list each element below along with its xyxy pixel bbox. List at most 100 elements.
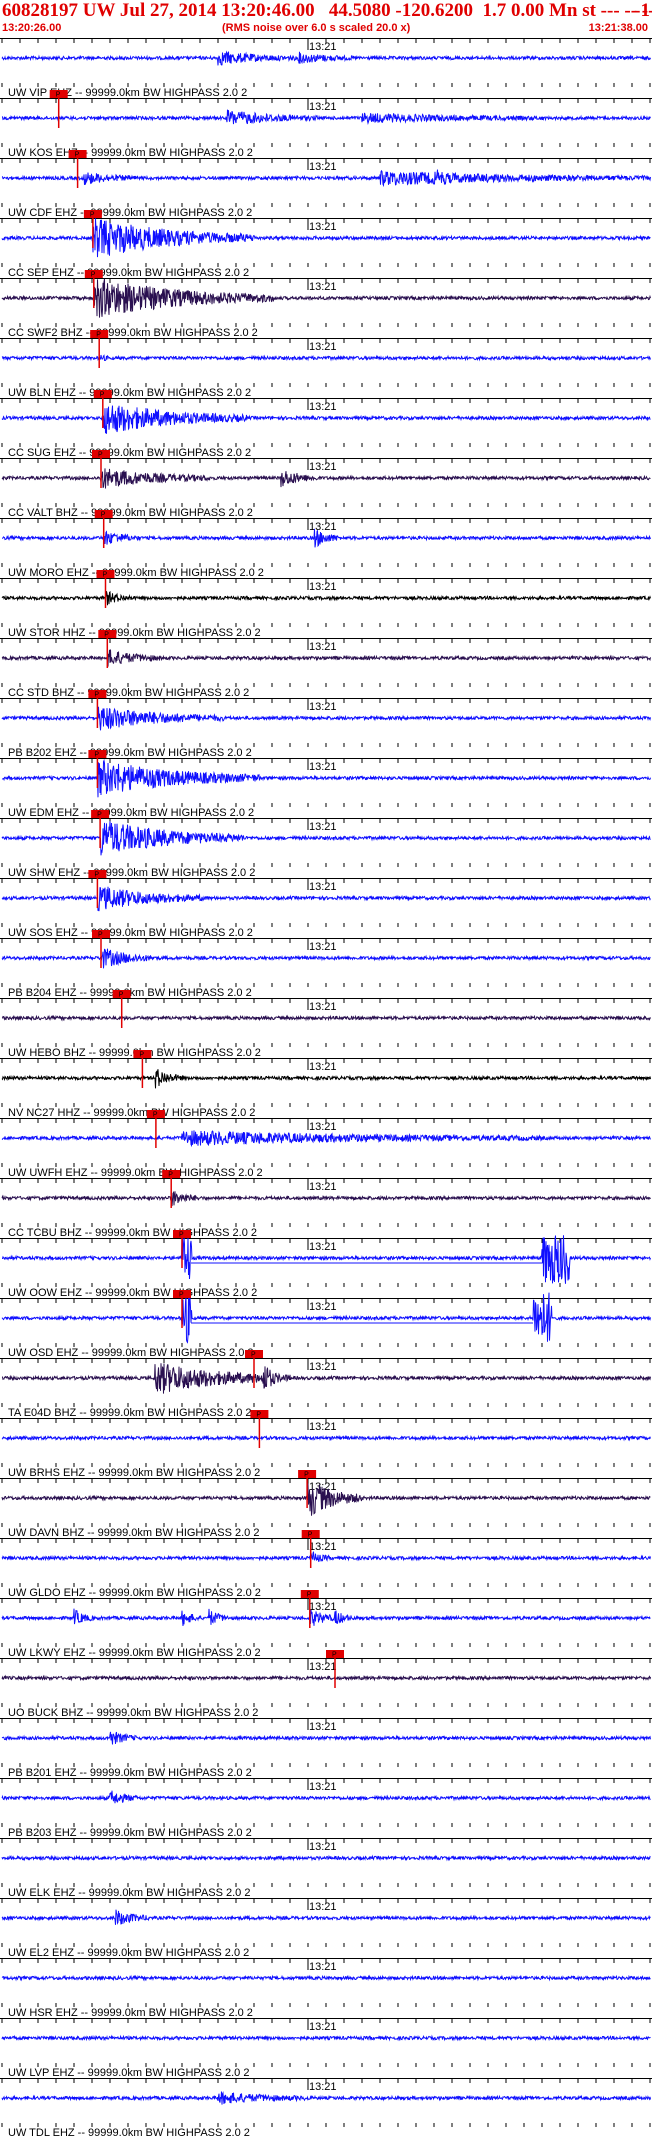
station-label: UW BLN EHZ -- 99999.0km BW HIGHPASS 2.0 … [8, 387, 251, 399]
trace-row: 13:21PUW KOS EHZ -- 99999.0km BW HIGHPAS… [0, 90, 652, 159]
station-label: CC SEP EHZ -- 99999.0km BW HIGHPASS 2.0 … [8, 267, 249, 279]
pick-label: P [94, 872, 99, 879]
waveform [1, 590, 651, 606]
trace-row: 13:21 P UW GLDO EHZ -- 99999.0km BW HIGHPA… [0, 1530, 652, 1599]
trace-row: 13:21PUW SOS EHZ -- 99999.0km BW HIGHPAS… [0, 870, 652, 939]
minute-label: 13:21 [309, 941, 337, 953]
minute-label: 13:21 [309, 161, 337, 173]
trace-row: 13:21PUW HEBO BHZ -- 99999.0km BW HIGHPA… [0, 990, 652, 1059]
station-label: UW HSR EHZ -- 99999.0km BW HIGHPASS 2.0 … [8, 2007, 253, 2019]
waveform [1, 2091, 651, 2105]
station-label: UW OSD EHZ -- 99999.0km BW HIGHPASS 2.0 … [8, 1347, 254, 1359]
minute-label: 13:21 [309, 221, 337, 233]
station-label: UW SHW EHZ -- 99999.0km BW HIGHPASS 2.0 … [8, 867, 255, 879]
minute-label: 13:21 [309, 1901, 337, 1913]
pick-label: P [98, 932, 103, 939]
pick-label: P [103, 572, 108, 579]
pick-label: P [153, 1112, 158, 1119]
pick-label: P [75, 152, 80, 159]
trace-row: 13:21PCC SWF2 BHZ -- 99999.0km BW HIGHPA… [0, 270, 652, 339]
waveform [1, 1551, 651, 1562]
end-time: 13:21:38.00 [588, 22, 648, 34]
header: 60828197 UW Jul 27, 2014 13:20:46.00 44.… [0, 0, 652, 38]
minute-label: 13:21 [309, 1121, 337, 1133]
station-label: UW EL2 EHZ -- 99999.0km BW HIGHPASS 2.0 … [8, 1947, 249, 1959]
minute-label: 13:21 [309, 341, 337, 353]
station-label: UW VIP EHZ -- 99999.0km BW HIGHPASS 2.0 … [8, 87, 247, 99]
start-time: 13:20:26.00 [2, 22, 62, 34]
trace-row: 13:21 UW HSR EHZ -- 99999.0km BW HIGHPASS… [0, 1958, 652, 2019]
station-label: UW UWFH EHZ -- 99999.0km BW HIGHPASS 2.0… [8, 1167, 263, 1179]
waveform [1, 1854, 651, 1862]
station-label: UW TDL EHZ -- 99999.0km BW HIGHPASS 2.0 … [8, 2127, 250, 2138]
pick-label: P [179, 1232, 184, 1239]
station-label: PB B201 EHZ -- 99999.0km BW HIGHPASS 2.0… [8, 1767, 252, 1779]
waveform [1, 2034, 651, 2042]
trace-row: 13:21 PB B203 EHZ -- 99999.0km BW HIGHPAS… [0, 1778, 652, 1839]
minute-label: 13:21 [309, 1241, 337, 1253]
pick-label: P [91, 272, 96, 279]
minute-label: 13:21 [309, 761, 337, 773]
pick-label: P [168, 1172, 173, 1179]
station-label: CC SUG EHZ -- 99999.0km BW HIGHPASS 2.0 … [8, 447, 251, 459]
station-label: CC SWF2 BHZ -- 99999.0km BW HIGHPASS 2.0… [8, 327, 258, 339]
trace-row: 13:21 PCC SUG EHZ -- 99999.0km BW HIGHPAS… [0, 390, 652, 459]
minute-label: 13:21 [309, 1001, 337, 1013]
trace-row: 13:21PUW OSD EHZ -- 99999.0km BW HIGHPAS… [0, 1290, 652, 1359]
trace-row: 13:21 UW EL2 EHZ -- 99999.0km BW HIGHPASS… [0, 1898, 652, 1959]
station-label: PB B202 EHZ -- 99999.0km BW HIGHPASS 2.0… [8, 747, 252, 759]
trace-row: 13:21 P UW BRHS EHZ -- 99999.0km BW HIGHPA… [0, 1410, 652, 1479]
pick-label: P [308, 1532, 313, 1539]
trace-row: 13:21PUW EDM EHZ -- 99999.0km BW HIGHPAS… [0, 750, 652, 819]
trace-row: 13:21 P UW BLN EHZ -- 99999.0km BW HIGHPAS… [0, 330, 652, 399]
pick-label: P [179, 1292, 184, 1299]
pick-label: P [56, 92, 61, 99]
minute-label: 13:21 [309, 521, 337, 533]
minute-label: 13:21 [309, 1781, 337, 1793]
station-label: UW ELK EHZ -- 99999.0km BW HIGHPASS 2.0 … [8, 1887, 250, 1899]
trace-row: 13:21PCC VALT BHZ -- 99999.0km BW HIGHPA… [0, 450, 652, 519]
trace-row: 13:21PCC TCBU BHZ -- 99999.0km BW HIGHPA… [0, 1170, 652, 1239]
waveform [1, 1731, 651, 1745]
trace-row: 13:21PUW UWFH EHZ -- 99999.0km BW HIGHPA… [0, 1110, 652, 1179]
station-label: UW GLDO EHZ -- 99999.0km BW HIGHPASS 2.0… [8, 1587, 261, 1599]
trace-row: 13:21PUW MORO EHZ -- 99999.0km BW HIGHPA… [0, 510, 652, 579]
station-label: CC TCBU BHZ -- 99999.0km BW HIGHPASS 2.0… [8, 1227, 257, 1239]
trace-row: 13:21 P TA E04D BHZ -- 99999.0km BW HIGHPA… [0, 1350, 652, 1419]
pick-label: P [94, 752, 99, 759]
pick-label: P [251, 1352, 256, 1359]
minute-label: 13:21 [309, 41, 337, 53]
minute-label: 13:21 [309, 401, 337, 413]
trace-row: 13:21PUW SHW EHZ -- 99999.0km BW HIGHPAS… [0, 810, 652, 879]
minute-label: 13:21 [309, 1541, 337, 1553]
waveform [1, 1014, 651, 1022]
trace-row: 13:21 PB B201 EHZ -- 99999.0km BW HIGHPAS… [0, 1718, 652, 1779]
trace-row: 13:21 P UO BUCK BHZ -- 99999.0km BW HIGHPA… [0, 1650, 652, 1719]
trace-row: 13:21 UW LVP EHZ -- 99999.0km BW HIGHPASS… [0, 2018, 652, 2079]
event-title-suffix: -1 [634, 0, 650, 21]
station-label: UW OOW EHZ -- 99999.0km BW HIGHPASS 2.0 … [8, 1287, 257, 1299]
minute-label: 13:21 [309, 1181, 337, 1193]
pick-label: P [307, 1592, 312, 1599]
station-label: UW LKWY EHZ -- 99999.0km BW HIGHPASS 2.0… [8, 1647, 261, 1659]
station-label: UW SOS EHZ -- 99999.0km BW HIGHPASS 2.0 … [8, 927, 253, 939]
pick-label: P [304, 1472, 309, 1479]
trace-row: 13:21 PCC SEP EHZ -- 99999.0km BW HIGHPAS… [0, 210, 652, 279]
pick-label: P [104, 632, 109, 639]
waveform [1, 50, 651, 66]
station-label: UW CDF EHZ -- 99999.0km BW HIGHPASS 2.0 … [8, 207, 252, 219]
trace-row: 13:21 P UW CDF EHZ -- 99999.0km BW HIGHPAS… [0, 150, 652, 219]
trace-row: 13:21PUW STOR HHZ -- 99999.0km BW HIGHPA… [0, 570, 652, 639]
station-label: NV NC27 HHZ -- 99999.0km BW HIGHPASS 2.0… [8, 1107, 255, 1119]
pick-label: P [97, 812, 102, 819]
pick-label: P [98, 452, 103, 459]
station-label: UW BRHS EHZ -- 99999.0km BW HIGHPASS 2.0… [8, 1467, 260, 1479]
event-title: 60828197 UW Jul 27, 2014 13:20:46.00 44.… [2, 0, 652, 21]
waveform [1, 1190, 651, 1207]
minute-label: 13:21 [309, 821, 337, 833]
pick-label: P [96, 332, 101, 339]
trace-row: 13:21PPB B204 EHZ -- 99999.0km BW HIGHPA… [0, 930, 652, 999]
minute-label: 13:21 [309, 641, 337, 653]
trace-row: 13:21PCC STD BHZ -- 99999.0km BW HIGHPAS… [0, 630, 652, 699]
waveform [1, 1974, 651, 1982]
